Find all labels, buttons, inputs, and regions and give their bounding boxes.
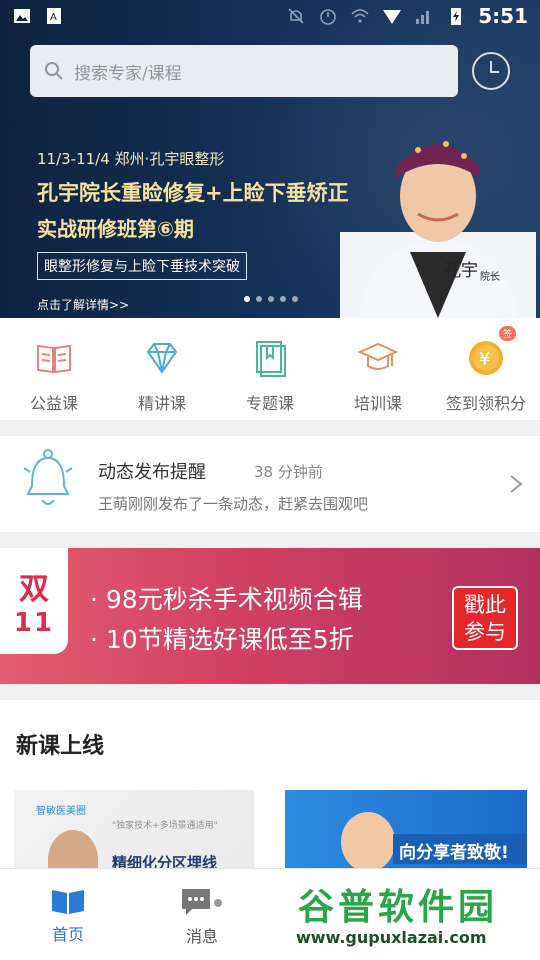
banner-text: 11/3-11/4 郑州·孔宇眼整形 孔宇院长重睑修复+上睑下垂矫正 实战研修班…: [37, 148, 349, 313]
category-bar: 公益课 精讲课 专题课 培训课 ¥ 签 签到领积分: [0, 318, 540, 420]
bell-icon: [23, 449, 73, 505]
nav-home-label: 首页: [51, 925, 84, 944]
course-card-tagline: "独家技术+多场景通适用": [112, 821, 218, 831]
carousel-dot[interactable]: [292, 296, 298, 302]
graduation-cap-icon: [358, 342, 398, 370]
double11-tag: 双 11: [0, 548, 68, 654]
category-signin-points[interactable]: ¥ 签 签到领积分: [432, 318, 540, 420]
image-icon: [14, 9, 30, 23]
promo-line-2: · 10节精选好课低至5折: [90, 625, 354, 654]
course-card-title: 向分享者致敬!: [393, 834, 527, 864]
chevron-right-icon[interactable]: [508, 474, 524, 494]
wifi-icon: [351, 9, 369, 23]
battery-icon: [451, 8, 462, 25]
double11-line1: 双: [19, 572, 49, 607]
banner-box-text: 眼整形修复与上睑下垂技术突破: [37, 252, 247, 280]
promo-banner[interactable]: 双 11 · 98元秒杀手术视频合辑 · 10节精选好课低至5折 戳此参与: [0, 548, 540, 684]
notice-title: 动态发布提醒: [98, 462, 206, 483]
category-topic-course[interactable]: 专题课: [216, 318, 324, 420]
nav-messages[interactable]: 消息: [162, 887, 242, 947]
status-left: A: [12, 6, 64, 26]
signin-badge: 签: [498, 326, 516, 341]
mute-icon: [288, 8, 304, 24]
carousel-dots[interactable]: [244, 296, 298, 302]
doctor-portrait: 孔宇 院长: [340, 141, 536, 318]
course-card[interactable]: 智敏医美圈 "独家技术+多场景通适用" 精细化分区埋线: [14, 790, 254, 880]
alarm-icon: [320, 9, 337, 25]
status-right: 5:51: [286, 4, 528, 28]
search-input-placeholder[interactable]: 搜索专家/课程: [74, 59, 182, 84]
instructor-photo: [341, 812, 395, 872]
category-training-course[interactable]: 培训课: [324, 318, 432, 420]
section-heading: 新课上线: [16, 734, 105, 759]
banner-more-link[interactable]: 点击了解详情>>: [37, 296, 349, 313]
chat-bubble-icon: [182, 889, 222, 915]
watermark: 谷普软件园 www.gupuxlazai.com: [292, 872, 538, 956]
cellular-icon: [416, 11, 430, 24]
category-label: 精讲课: [137, 394, 186, 413]
category-public-course[interactable]: 公益课: [0, 318, 108, 420]
text-icon: A: [47, 8, 61, 24]
category-label: 专题课: [245, 394, 294, 413]
book-open-icon: [37, 344, 71, 374]
watermark-url: www.gupuxlazai.com: [296, 928, 487, 947]
nav-home[interactable]: 首页: [28, 887, 108, 945]
signal-icon: [383, 10, 402, 24]
banner-subtitle: 实战研修班第⑥期: [37, 217, 194, 241]
double11-line2: 11: [13, 608, 55, 638]
app-root: A 5:51 搜索专家/课程 11/3-11/4 郑州·孔宇眼整形 孔宇院长重睑…: [0, 0, 540, 960]
watermark-title: 谷普软件园: [298, 887, 499, 928]
course-card-logo: 智敏医美圈: [36, 806, 86, 817]
clock-time: 5:51: [478, 4, 528, 28]
notice-description: 王萌刚刚发布了一条动态，赶紧去围观吧: [98, 495, 369, 513]
nav-messages-label: 消息: [185, 927, 218, 946]
banner-title: 孔宇院长重睑修复+上睑下垂矫正: [37, 181, 349, 205]
hero-banner[interactable]: A 5:51 搜索专家/课程 11/3-11/4 郑州·孔宇眼整形 孔宇院长重睑…: [0, 0, 540, 318]
doctor-signature: 孔宇: [444, 261, 478, 281]
category-featured-course[interactable]: 精讲课: [108, 318, 216, 420]
svg-text:¥: ¥: [479, 349, 490, 370]
category-label: 公益课: [29, 394, 78, 413]
category-label: 签到领积分: [445, 394, 526, 413]
book-open-icon: [52, 890, 84, 914]
doctor-role: 院长: [480, 270, 500, 283]
promo-cta-button[interactable]: 戳此参与: [452, 586, 518, 650]
carousel-dot[interactable]: [268, 296, 274, 302]
search-icon: [45, 62, 63, 80]
category-label: 培训课: [353, 394, 402, 413]
carousel-dot[interactable]: [256, 296, 262, 302]
notice-time: 38 分钟前: [254, 463, 323, 481]
promo-line-1: · 98元秒杀手术视频合辑: [90, 585, 363, 614]
course-card[interactable]: 向分享者致敬!: [285, 790, 527, 880]
coin-icon: ¥: [469, 341, 503, 375]
carousel-dot[interactable]: [244, 296, 250, 302]
banner-date-line: 11/3-11/4 郑州·孔宇眼整形: [37, 150, 225, 168]
activity-notice-card[interactable]: 动态发布提醒 38 分钟前 王萌刚刚发布了一条动态，赶紧去围观吧: [0, 436, 540, 532]
svg-text:A: A: [50, 12, 57, 23]
coin-icon-wrap: ¥ 签: [466, 326, 516, 378]
status-bar: A 5:51: [0, 0, 540, 36]
history-icon[interactable]: [472, 52, 510, 90]
search-bar[interactable]: 搜索专家/课程: [30, 45, 458, 97]
notebook-icon: [256, 341, 286, 377]
carousel-dot[interactable]: [280, 296, 286, 302]
diamond-icon: [146, 343, 178, 374]
